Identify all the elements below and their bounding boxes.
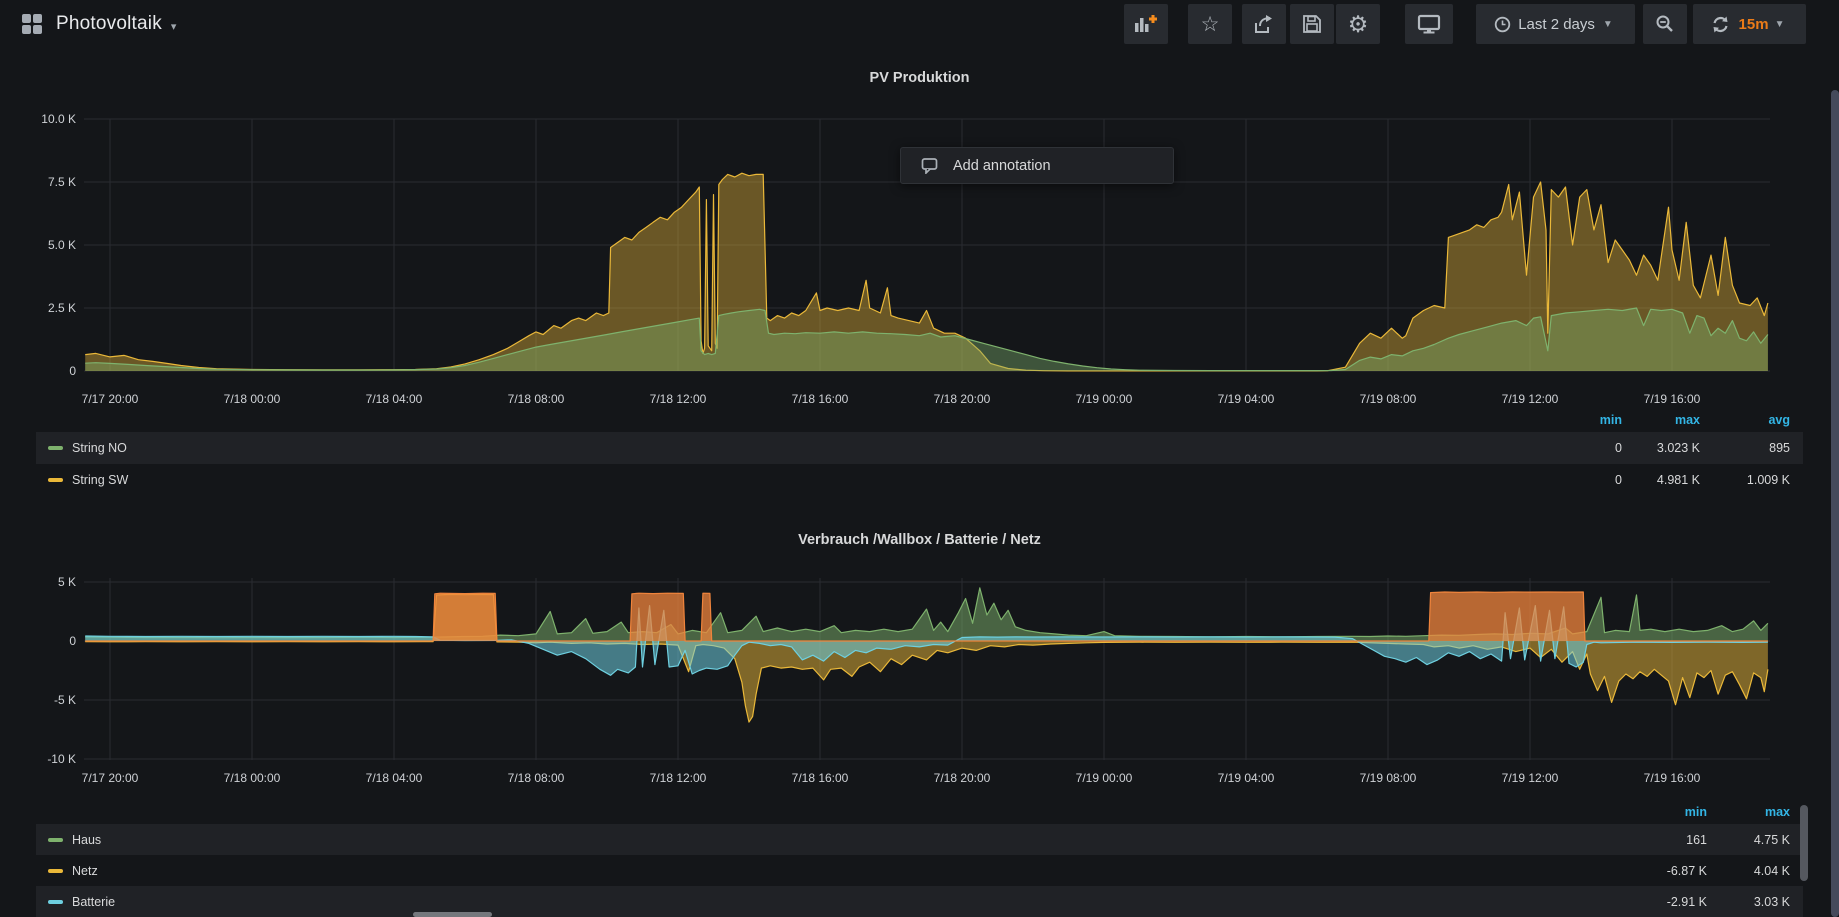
y-axis-label: 0	[69, 634, 76, 648]
series-color-swatch[interactable]	[48, 446, 63, 450]
series-label[interactable]: Batterie	[72, 895, 115, 909]
legend-row-string-sw: String SW 04.981 K1.009 K	[36, 464, 1803, 496]
x-axis-label: 7/19 04:00	[1218, 771, 1275, 785]
series-color-swatch[interactable]	[48, 838, 63, 842]
legend-row-string-no: String NO 03.023 K895	[36, 432, 1803, 464]
legend-row-netz: Netz -6.87 K4.04 K	[36, 855, 1803, 886]
legend-value: -2.91 K	[1607, 895, 1707, 909]
series-color-swatch[interactable]	[48, 869, 63, 873]
legend-header: minmax	[36, 800, 1803, 824]
legend-row-haus: Haus 1614.75 K	[36, 824, 1803, 855]
x-axis-label: 7/18 00:00	[224, 771, 281, 785]
legend-value: 0	[1532, 441, 1622, 455]
y-axis-label: -10 K	[47, 752, 76, 766]
x-axis-label: 7/17 20:00	[82, 771, 139, 785]
y-axis-label: 7.5 K	[48, 175, 76, 189]
legend-value: 895	[1700, 441, 1790, 455]
x-axis-label: 7/18 20:00	[934, 771, 991, 785]
y-axis-label: 5.0 K	[48, 238, 76, 252]
legend-value: 4.04 K	[1707, 864, 1790, 878]
x-axis-label: 7/19 00:00	[1076, 771, 1133, 785]
legend-value: 0	[1532, 473, 1622, 487]
y-axis-label: 10.0 K	[41, 112, 76, 126]
add-annotation-menu-item[interactable]: Add annotation	[900, 147, 1174, 184]
page-vertical-scrollbar[interactable]	[1831, 90, 1839, 917]
legend-sort-max[interactable]: max	[1707, 805, 1790, 819]
x-axis-label: 7/18 04:00	[366, 771, 423, 785]
legend-value: -6.87 K	[1607, 864, 1707, 878]
legend-sort-max[interactable]: max	[1622, 413, 1700, 427]
legend-value: 4.981 K	[1622, 473, 1700, 487]
page-horizontal-scrollbar[interactable]	[413, 912, 492, 917]
legend-value: 3.03 K	[1707, 895, 1790, 909]
x-axis-label: 7/18 04:00	[366, 392, 423, 406]
legend-value: 1.009 K	[1700, 473, 1790, 487]
series-color-swatch[interactable]	[48, 900, 63, 904]
x-axis-label: 7/18 00:00	[224, 392, 281, 406]
legend-vertical-scrollbar[interactable]	[1800, 805, 1808, 881]
legend-row-batterie: Batterie -2.91 K3.03 K	[36, 886, 1803, 917]
x-axis-label: 7/17 20:00	[82, 392, 139, 406]
x-axis-label: 7/18 08:00	[508, 392, 565, 406]
series-label[interactable]: Haus	[72, 833, 101, 847]
x-axis-label: 7/18 12:00	[650, 771, 707, 785]
legend-value: 3.023 K	[1622, 441, 1700, 455]
x-axis-label: 7/18 20:00	[934, 392, 991, 406]
series-label[interactable]: Netz	[72, 864, 98, 878]
x-axis-label: 7/19 00:00	[1076, 392, 1133, 406]
legend-sort-min[interactable]: min	[1532, 413, 1622, 427]
x-axis-label: 7/19 12:00	[1502, 392, 1559, 406]
legend-pv-produktion: minmaxavgString NO03.023 K895String SW04…	[0, 408, 1839, 496]
y-axis-label: 2.5 K	[48, 301, 76, 315]
x-axis-label: 7/18 08:00	[508, 771, 565, 785]
x-axis-label: 7/19 16:00	[1644, 392, 1701, 406]
legend-sort-min[interactable]: min	[1607, 805, 1707, 819]
legend-value: 4.75 K	[1707, 833, 1790, 847]
series-label[interactable]: String NO	[72, 441, 127, 455]
x-axis-label: 7/19 04:00	[1218, 392, 1275, 406]
x-axis-label: 7/19 12:00	[1502, 771, 1559, 785]
y-axis-label: -5 K	[54, 693, 76, 707]
series-color-swatch[interactable]	[48, 478, 63, 482]
series-label[interactable]: String SW	[72, 473, 128, 487]
legend-verbrauch: minmax Haus 1614.75 K Netz -6.87 K4.04 K Batt…	[0, 800, 1839, 917]
x-axis-label: 7/19 16:00	[1644, 771, 1701, 785]
y-axis-label: 0	[69, 364, 76, 378]
x-axis-label: 7/18 12:00	[650, 392, 707, 406]
y-axis-label: 5 K	[58, 575, 76, 589]
add-annotation-label: Add annotation	[953, 158, 1051, 174]
x-axis-label: 7/18 16:00	[792, 771, 849, 785]
comment-bubble-icon	[921, 157, 938, 174]
legend-sort-avg[interactable]: avg	[1700, 413, 1790, 427]
legend-header: minmaxavg	[36, 408, 1803, 432]
x-axis-label: 7/19 08:00	[1360, 392, 1417, 406]
legend-value: 161	[1607, 833, 1707, 847]
x-axis-label: 7/18 16:00	[792, 392, 849, 406]
x-axis-label: 7/19 08:00	[1360, 771, 1417, 785]
